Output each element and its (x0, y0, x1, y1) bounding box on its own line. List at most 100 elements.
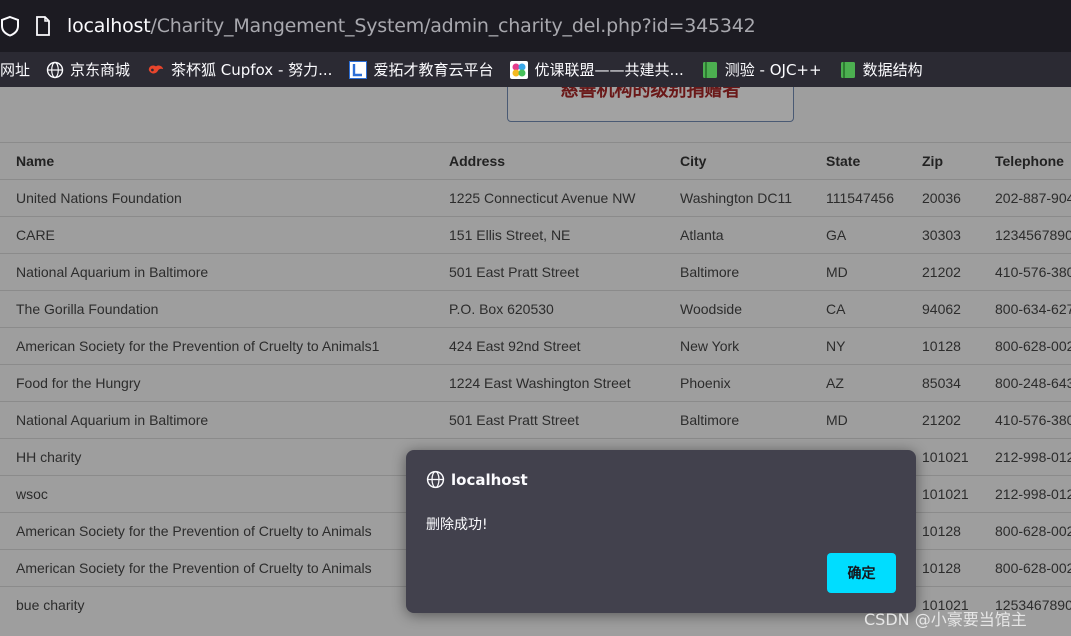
table-row: Food for the Hungry 1224 East Washington … (0, 364, 1071, 402)
cell-address: 151 Ellis Street, NE (449, 216, 680, 254)
cell-name: American Society for the Prevention of C… (0, 327, 449, 365)
col-header-address: Address (449, 142, 680, 180)
col-header-telephone: Telephone (995, 142, 1071, 180)
cell-address: 1225 Connecticut Avenue NW (449, 179, 680, 217)
page-heading: 慈善机构的级别捐赠者 (560, 87, 741, 101)
green-book-icon (839, 61, 857, 79)
page-heading-box: 慈善机构的级别捐赠者 (507, 87, 794, 122)
cell-name: bue charity (0, 586, 449, 624)
cell-name: United Nations Foundation (0, 179, 449, 217)
ok-button[interactable]: 确定 (827, 553, 896, 593)
cell-city: Washington DC11 (680, 179, 826, 217)
bookmark-label: 茶杯狐 Cupfox - 努力... (171, 61, 333, 79)
cell-telephone: 410-576-3800 (995, 401, 1071, 439)
table-row: United Nations Foundation 1225 Connecticu… (0, 179, 1071, 217)
bookmark-label: 优课联盟——共建共... (534, 61, 684, 79)
cell-state: AZ (826, 364, 922, 402)
bookmark-ojc[interactable]: 测验 - OJC++ (701, 52, 822, 87)
url-host: localhost (67, 15, 151, 37)
cell-state: MD (826, 253, 922, 291)
bookmark-aituocai[interactable]: 爱拓才教育云平台 (349, 52, 493, 87)
cell-city: Phoenix (680, 364, 826, 402)
cell-city: Baltimore (680, 401, 826, 439)
cell-zip: 30303 (922, 216, 995, 254)
table-row: American Society for the Prevention of C… (0, 327, 1071, 365)
cell-telephone: 800-628-0028 (995, 327, 1071, 365)
url-text[interactable]: localhost/Charity_Mangement_System/admin… (67, 15, 756, 37)
table-header-row: Name Address City State Zip Telephone (0, 142, 1071, 180)
bookmarks-toolbar: 网址 京东商城 茶杯狐 Cupfox - 努力... 爱拓才教育云平台 优课联盟… (0, 52, 1071, 87)
bookmark-cupfox[interactable]: 茶杯狐 Cupfox - 努力... (147, 52, 332, 87)
cell-zip: 20036 (922, 179, 995, 217)
page-info-icon[interactable] (35, 16, 51, 36)
cell-city: New York (680, 327, 826, 365)
alert-dialog: localhost 删除成功! 确定 (406, 450, 916, 613)
cell-name: wsoc (0, 475, 449, 513)
cell-zip: 94062 (922, 290, 995, 328)
col-header-name: Name (0, 142, 449, 180)
bookmark-data-structures[interactable]: 数据结构 (839, 52, 923, 87)
bookmark-label: 京东商城 (70, 61, 131, 79)
cell-state: GA (826, 216, 922, 254)
cell-telephone: 212-998-0123 (995, 475, 1071, 513)
cell-name: HH charity (0, 438, 449, 476)
cell-name: CARE (0, 216, 449, 254)
col-header-state: State (826, 142, 922, 180)
csdn-watermark: CSDN @小豪要当馆主 (864, 610, 1027, 629)
dialog-title: localhost (451, 470, 528, 489)
bookmark-label: 数据结构 (862, 61, 923, 79)
cell-name: National Aquarium in Baltimore (0, 401, 449, 439)
bookmark-label: 爱拓才教育云平台 (373, 61, 494, 79)
colorful-logo-icon (510, 60, 529, 79)
col-header-zip: Zip (922, 142, 995, 180)
l-logo-icon (349, 60, 368, 79)
cell-city: Atlanta (680, 216, 826, 254)
cell-telephone: 410-576-3800 (995, 253, 1071, 291)
cell-zip: 21202 (922, 253, 995, 291)
address-bar[interactable]: localhost/Charity_Mangement_System/admin… (0, 0, 1071, 52)
green-book-icon (701, 61, 719, 79)
dialog-message: 删除成功! (426, 517, 488, 533)
cell-address: 1224 East Washington Street (449, 364, 680, 402)
table-row: National Aquarium in Baltimore 501 East P… (0, 401, 1071, 439)
cell-zip: 10128 (922, 549, 995, 587)
cell-zip: 101021 (922, 438, 995, 476)
cupfox-icon (147, 61, 165, 79)
cell-telephone: 202-887-9040 (995, 179, 1071, 217)
table-row: CARE 151 Ellis Street, NE Atlanta GA 30303 12… (0, 216, 1071, 254)
cell-address: 501 East Pratt Street (449, 401, 680, 439)
col-header-city: City (680, 142, 826, 180)
cell-telephone: 800-634-6273 (995, 290, 1071, 328)
bookmark-label: 网址 (0, 61, 31, 79)
cell-telephone: 800-628-0028 (995, 549, 1071, 587)
globe-icon (426, 470, 445, 489)
cell-zip: 10128 (922, 327, 995, 365)
cell-name: American Society for the Prevention of C… (0, 512, 449, 550)
cell-zip: 85034 (922, 364, 995, 402)
cell-name: American Society for the Prevention of C… (0, 549, 449, 587)
bookmark-label: 测验 - OJC++ (724, 61, 822, 79)
bookmark-youke[interactable]: 优课联盟——共建共... (510, 52, 684, 87)
cell-telephone: 1234567890 (995, 216, 1071, 254)
cell-name: Food for the Hungry (0, 364, 449, 402)
cell-zip: 101021 (922, 475, 995, 513)
tracking-protection-shield-icon[interactable] (0, 15, 20, 37)
url-path: /Charity_Mangement_System/admin_charity_… (150, 15, 756, 37)
cell-telephone: 800-628-0028 (995, 512, 1071, 550)
globe-icon (46, 61, 64, 79)
cell-state: MD (826, 401, 922, 439)
cell-telephone: 212-998-0123 (995, 438, 1071, 476)
cell-zip: 10128 (922, 512, 995, 550)
cell-address: P.O. Box 620530 (449, 290, 680, 328)
cell-name: National Aquarium in Baltimore (0, 253, 449, 291)
cell-telephone: 800-248-6437 (995, 364, 1071, 402)
cell-city: Woodside (680, 290, 826, 328)
dialog-header: localhost (426, 470, 528, 489)
bookmark-wangzhi[interactable]: 网址 (0, 52, 30, 87)
cell-name: The Gorilla Foundation (0, 290, 449, 328)
bookmark-jd[interactable]: 京东商城 (46, 52, 130, 87)
cell-zip: 21202 (922, 401, 995, 439)
cell-state: CA (826, 290, 922, 328)
cell-state: 111547456 (826, 179, 922, 217)
cell-state: NY (826, 327, 922, 365)
